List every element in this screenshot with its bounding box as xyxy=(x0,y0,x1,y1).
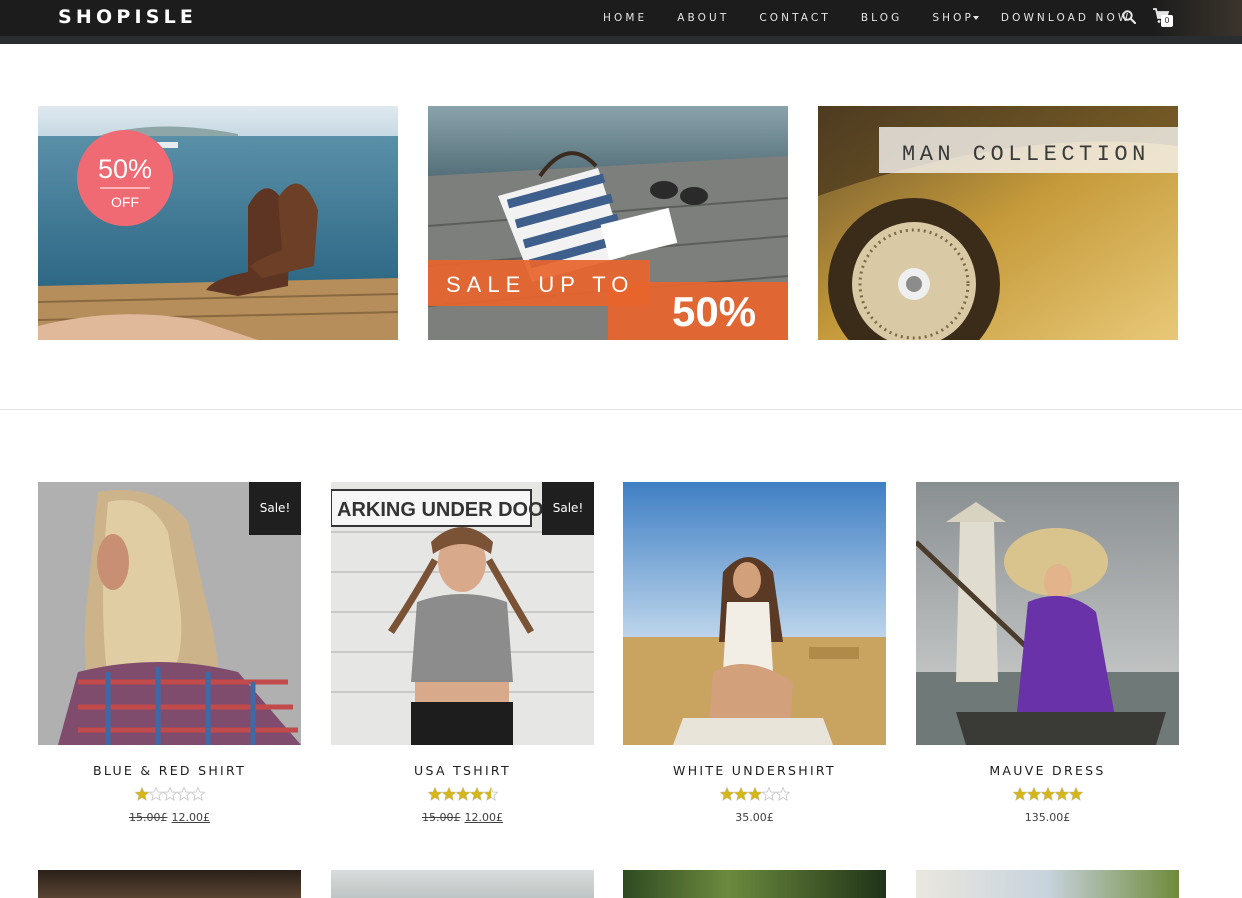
nav-home[interactable]: HOME xyxy=(603,12,647,24)
star-icon xyxy=(454,787,471,801)
star-icon xyxy=(746,787,763,801)
star-icon xyxy=(189,787,205,801)
banner-sale-value: 50% xyxy=(672,288,756,335)
star-icon xyxy=(134,787,150,801)
star-icon xyxy=(175,787,192,801)
navbar-bottom-band xyxy=(0,36,1242,44)
star-icon xyxy=(1012,787,1028,801)
banner-collection-text: MAN COLLECTION xyxy=(902,142,1150,167)
star-icon xyxy=(440,787,457,801)
old-price: 15.00£ xyxy=(422,811,461,824)
old-price: 15.00£ xyxy=(129,811,168,824)
product-price: 35.00£ xyxy=(623,811,886,824)
current-price: 12.00£ xyxy=(464,811,504,824)
star-icon xyxy=(482,787,498,801)
sale-badge: Sale! xyxy=(542,482,594,535)
nav-shop[interactable]: SHOP xyxy=(932,12,976,24)
search-icon[interactable] xyxy=(1122,10,1136,24)
sale-badge: Sale! xyxy=(249,482,301,535)
banner-bag-image: SALE UP TO 50% xyxy=(428,106,788,340)
site-logo[interactable]: SHOPISLE xyxy=(58,6,197,28)
product-price: 15.00£ 12.00£ xyxy=(331,811,594,824)
nav-download-now[interactable]: DOWNLOAD NOW xyxy=(1001,12,1131,24)
banner-boots-sale[interactable]: 50% OFF xyxy=(38,106,398,340)
product-card-white-undershirt[interactable]: WHITE UNDERSHIRT 35.00£ xyxy=(623,482,886,824)
product-card-partial[interactable] xyxy=(331,870,594,898)
banner-car-image: MAN COLLECTION xyxy=(818,106,1178,340)
product-name[interactable]: USA TSHIRT xyxy=(331,763,594,778)
rating-stars xyxy=(916,787,1179,803)
main-nav: HOME ABOUT CONTACT BLOG SHOP DOWNLOAD NO… xyxy=(603,12,1161,24)
star-icon xyxy=(427,787,443,801)
product-card-usa-tshirt[interactable]: ARKING UNDER DOOR Sale! USA TSHIRT 15.00… xyxy=(331,482,594,824)
nav-about[interactable]: ABOUT xyxy=(677,12,729,24)
section-divider xyxy=(0,409,1242,410)
product-photo xyxy=(623,482,886,745)
star-rating-svg xyxy=(1012,787,1083,801)
svg-text:ARKING UNDER DOOR: ARKING UNDER DOOR xyxy=(337,499,559,521)
current-price: 12.00£ xyxy=(171,811,211,824)
star-rating-svg xyxy=(427,787,498,801)
star-icon xyxy=(732,787,749,801)
star-icon xyxy=(147,787,164,801)
product-image[interactable] xyxy=(623,482,886,745)
star-icon xyxy=(1067,787,1083,801)
star-icon xyxy=(760,787,777,801)
product-name[interactable]: MAUVE DRESS xyxy=(916,763,1179,778)
product-photo xyxy=(916,482,1179,745)
nav-contact[interactable]: CONTACT xyxy=(759,12,831,24)
nav-blog[interactable]: BLOG xyxy=(861,12,902,24)
star-icon xyxy=(161,787,178,801)
star-icon xyxy=(719,787,735,801)
product-card-partial[interactable] xyxy=(916,870,1179,898)
star-icon xyxy=(468,787,485,801)
rating-stars xyxy=(331,787,594,803)
banner-boots-image: 50% OFF xyxy=(38,106,398,340)
current-price: 135.00£ xyxy=(1024,811,1071,824)
product-card-mauve-dress[interactable]: MAUVE DRESS 135.00£ xyxy=(916,482,1179,824)
star-icon xyxy=(774,787,790,801)
star-icon xyxy=(1053,787,1070,801)
product-card-blue-red-shirt[interactable]: Sale! BLUE & RED SHIRT 15.00£ 12.00£ xyxy=(38,482,301,824)
product-card-partial[interactable] xyxy=(623,870,886,898)
banner-bag-sale[interactable]: SALE UP TO 50% xyxy=(428,106,788,340)
rating-stars xyxy=(623,787,886,803)
banner-man-collection[interactable]: MAN COLLECTION xyxy=(818,106,1178,340)
current-price: 35.00£ xyxy=(735,811,774,824)
star-rating-svg xyxy=(134,787,205,801)
product-name[interactable]: WHITE UNDERSHIRT xyxy=(623,763,886,778)
star-icon xyxy=(1039,787,1056,801)
star-rating-svg xyxy=(719,787,790,801)
product-name[interactable]: BLUE & RED SHIRT xyxy=(38,763,301,778)
cart-count-badge: 0 xyxy=(1161,15,1173,27)
product-image[interactable]: ARKING UNDER DOOR Sale! xyxy=(331,482,594,745)
product-card-partial[interactable] xyxy=(38,870,301,898)
banner-badge-text: OFF xyxy=(111,194,139,210)
star-icon xyxy=(1025,787,1042,801)
nav-shop-wrapper[interactable]: SHOP xyxy=(932,12,979,24)
product-price: 15.00£ 12.00£ xyxy=(38,811,301,824)
product-price: 135.00£ xyxy=(916,811,1179,824)
banner-sale-text: SALE UP TO xyxy=(446,272,634,297)
product-image[interactable] xyxy=(916,482,1179,745)
banner-badge-value: 50% xyxy=(98,154,152,184)
product-image[interactable]: Sale! xyxy=(38,482,301,745)
rating-stars xyxy=(38,787,301,803)
